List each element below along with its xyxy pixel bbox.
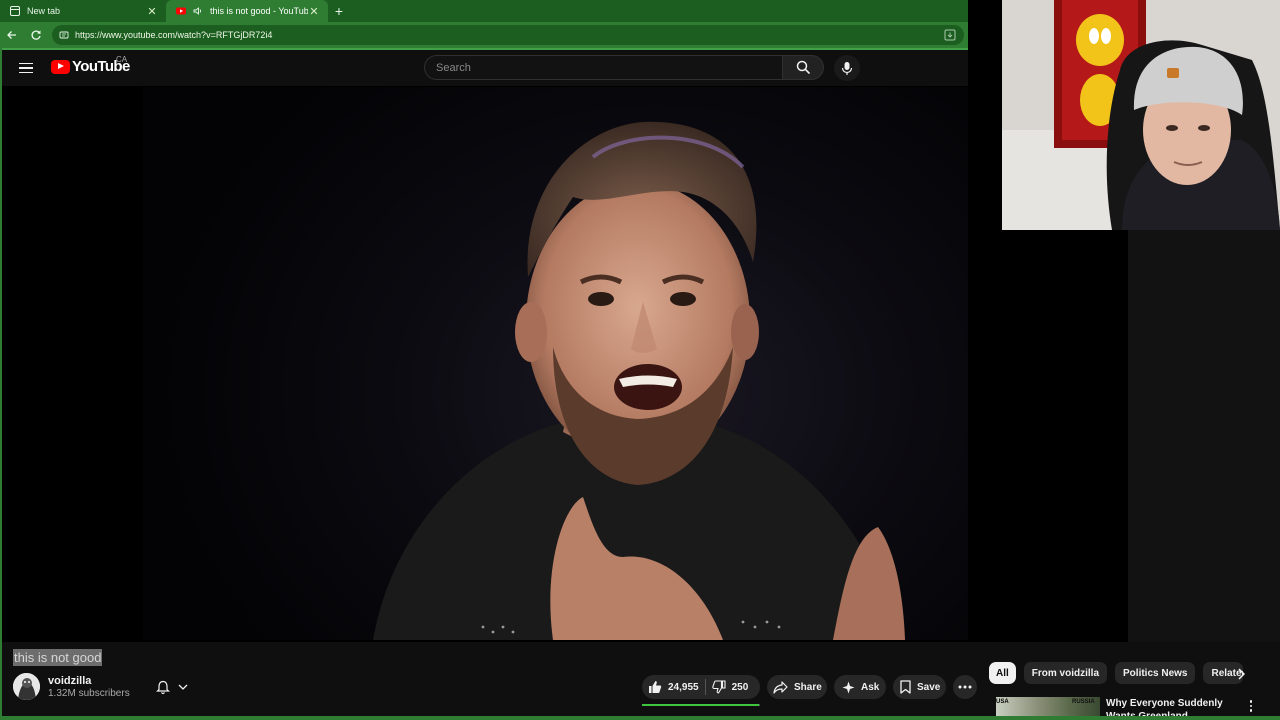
channel-avatar[interactable] [13, 673, 40, 700]
channel-info[interactable]: voidzilla 1.32M subscribers [13, 673, 130, 700]
thumbs-up-icon [649, 681, 662, 693]
webcam-feed [1002, 0, 1280, 230]
thumbs-down-icon [711, 680, 726, 694]
site-info-icon[interactable] [59, 30, 69, 40]
tab-title: this is not good - YouTube [210, 6, 308, 16]
chip-all[interactable]: All [989, 662, 1016, 684]
search-input[interactable]: Search [424, 55, 782, 80]
webcam-border [968, 0, 1002, 230]
more-vertical-icon[interactable] [1245, 698, 1257, 714]
share-arrow-icon [773, 680, 788, 694]
share-label: Share [794, 681, 822, 693]
close-tab-icon[interactable]: ✕ [308, 5, 320, 18]
secondary-column [1128, 230, 1280, 642]
country-code: CA [116, 55, 128, 64]
filter-chip-bar: All From voidzilla Politics News Related [989, 662, 1244, 684]
like-button[interactable]: 24,955 [642, 675, 705, 699]
bookmark-icon [900, 680, 911, 694]
microphone-icon [841, 61, 853, 75]
search-button[interactable] [782, 55, 824, 80]
save-button[interactable]: Save [893, 675, 946, 699]
url-text: https://www.youtube.com/watch?v=RFTGjDR7… [75, 30, 273, 40]
recommended-video-title[interactable]: Why Everyone Suddenly Wants Greenland [1106, 697, 1246, 716]
thumb-text-left: USA [996, 699, 1009, 705]
chip-from-channel[interactable]: From voidzilla [1023, 662, 1108, 684]
app-install-icon[interactable] [944, 29, 956, 41]
voice-search-button[interactable] [834, 55, 860, 81]
video-frame-presenter [373, 121, 905, 640]
chevron-right-icon[interactable] [1231, 664, 1251, 684]
dislike-button[interactable]: 250 [706, 675, 755, 699]
capture-frame-left [0, 48, 2, 720]
avatar-image [13, 673, 40, 700]
video-title: this is not good [13, 649, 103, 666]
player-side-dark [968, 230, 1128, 642]
recommended-video-thumbnail[interactable]: USA RUSSIA [996, 697, 1100, 716]
chevron-down-icon [178, 684, 188, 690]
ask-button[interactable]: Ask [834, 675, 886, 699]
like-ratio-bar [642, 704, 760, 706]
youtube-favicon [176, 7, 186, 15]
like-count: 24,955 [668, 681, 699, 693]
like-ratio-fill [642, 704, 759, 706]
back-arrow-icon[interactable] [0, 23, 24, 47]
tab-title: New tab [27, 6, 61, 16]
more-actions-button[interactable] [953, 675, 977, 699]
new-tab-plus-icon[interactable]: + [328, 0, 350, 22]
tab-youtube[interactable]: this is not good - YouTube ✕ [166, 0, 328, 22]
subscriber-count: 1.32M subscribers [48, 687, 130, 699]
more-horizontal-icon [958, 685, 972, 689]
search-icon [796, 60, 810, 75]
sparkle-icon [842, 681, 855, 693]
close-tab-icon[interactable]: ✕ [146, 5, 158, 18]
dislike-count: 250 [731, 681, 749, 693]
address-bar-row: https://www.youtube.com/watch?v=RFTGjDR7… [0, 22, 968, 48]
youtube-masthead: YouTube CA Search [2, 50, 968, 86]
youtube-logo[interactable]: YouTube CA [51, 55, 130, 75]
chip-politics-news[interactable]: Politics News [1115, 662, 1196, 684]
browser-tab-strip: New tab ✕ this is not good - YouTube ✕ + [0, 0, 968, 22]
save-label: Save [917, 681, 941, 693]
newtab-page-icon [10, 6, 20, 16]
speaker-audio-icon[interactable] [193, 6, 203, 16]
capture-frame-bottom [0, 716, 1280, 720]
share-button[interactable]: Share [767, 675, 827, 699]
url-input[interactable]: https://www.youtube.com/watch?v=RFTGjDR7… [52, 25, 964, 45]
webcam-overlay [1002, 0, 1280, 230]
ask-label: Ask [861, 681, 880, 693]
channel-name[interactable]: voidzilla [48, 674, 130, 688]
reload-icon[interactable] [24, 23, 48, 47]
like-dislike-group: 24,955 250 [642, 675, 760, 699]
thumb-text-right: RUSSIA [1072, 699, 1095, 705]
notification-bell-button[interactable] [146, 675, 198, 699]
bell-icon [156, 680, 170, 694]
menu-hamburger-icon[interactable] [16, 58, 36, 78]
youtube-play-logo-icon [51, 59, 70, 74]
tab-new-tab[interactable]: New tab ✕ [0, 0, 166, 22]
video-player[interactable] [143, 87, 968, 640]
